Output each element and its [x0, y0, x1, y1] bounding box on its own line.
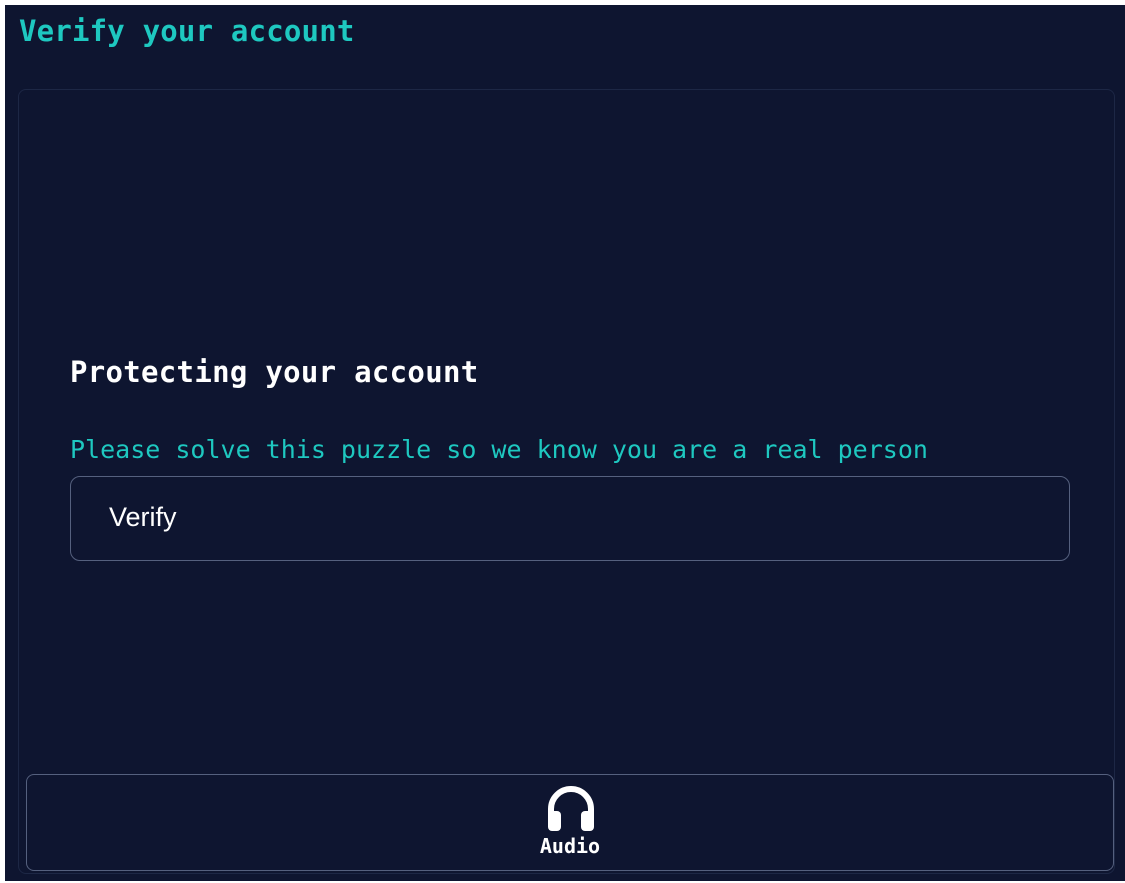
verify-button-label: Verify [109, 502, 177, 532]
verification-window: Verify your account Protecting your acco… [5, 5, 1125, 881]
headphones-icon [548, 786, 594, 831]
challenge-panel: Protecting your account Please solve thi… [18, 89, 1115, 874]
audio-button-label: Audio [539, 834, 601, 858]
audio-challenge-button[interactable]: Audio [26, 774, 1114, 871]
page-title: Verify your account [19, 14, 355, 48]
challenge-instructions: Please solve this puzzle so we know you … [70, 435, 928, 464]
challenge-heading: Protecting your account [70, 355, 479, 389]
verify-button[interactable]: Verify [70, 476, 1070, 561]
